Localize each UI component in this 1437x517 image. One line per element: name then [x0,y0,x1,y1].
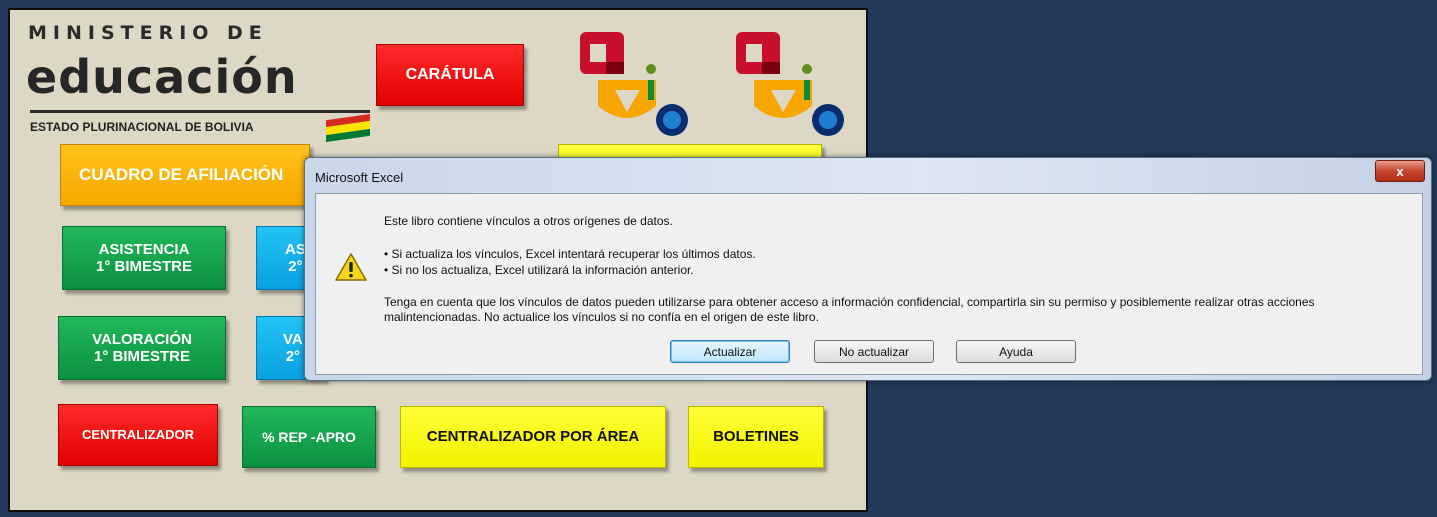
boletines-button[interactable]: BOLETINES [688,406,824,468]
cuadro-afiliacion-button[interactable]: CUADRO DE AFILIACIÓN [60,144,310,206]
centralizador-button[interactable]: CENTRALIZADOR [58,404,218,466]
logo-subtitle: ESTADO PLURINACIONAL DE BOLIVIA [30,120,254,134]
help-button[interactable]: Ayuda [956,340,1076,363]
dialog-bullet-1: • Si actualiza los vínculos, Excel inten… [384,247,756,261]
logo-educacion: educación [26,50,298,104]
centralizador-por-area-button[interactable]: CENTRALIZADOR POR ÁREA [400,406,666,468]
dialog-warning-line-2: malintencionadas. No actualice los víncu… [384,310,819,324]
education-emblem-icon [580,32,688,136]
dialog-warning-line-1: Tenga en cuenta que los vínculos de dato… [384,295,1315,309]
dialog-message: Este libro contiene vínculos a otros orí… [384,214,673,228]
warning-icon [335,253,367,281]
education-emblem-icon [736,32,844,136]
close-icon[interactable]: x [1375,160,1425,182]
excel-links-dialog: Microsoft Excel x Este libro contiene ví… [304,157,1432,381]
no-update-button[interactable]: No actualizar [814,340,934,363]
bolivia-flag-icon [326,113,370,143]
update-button[interactable]: Actualizar [670,340,790,363]
asistencia-1-bimestre-button[interactable]: ASISTENCIA 1° BIMESTRE [62,226,226,290]
caratula-button[interactable]: CARÁTULA [376,44,524,106]
logo-divider [30,110,370,113]
dialog-body: Este libro contiene vínculos a otros orí… [315,193,1423,375]
logo-ministerio: MINISTERIO DE [28,22,268,44]
rep-apro-button[interactable]: % REP -APRO [242,406,376,468]
dialog-bullet-2: • Si no los actualiza, Excel utilizará l… [384,263,694,277]
valoracion-1-bimestre-button[interactable]: VALORACIÓN 1° BIMESTRE [58,316,226,380]
dialog-title: Microsoft Excel [315,170,404,185]
